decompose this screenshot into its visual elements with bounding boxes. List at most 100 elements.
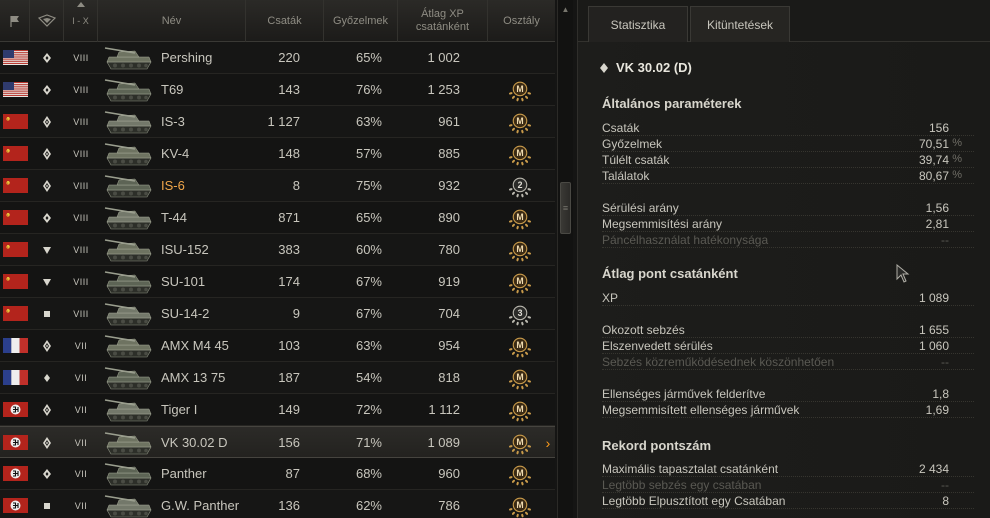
heavy-tank-type-icon <box>43 115 51 128</box>
mastery-class-3-badge-icon[interactable]: 3 <box>508 302 532 326</box>
stat-value: -- <box>941 355 949 369</box>
wins-cell: 76% <box>355 82 382 97</box>
sort-avg-xp-button[interactable]: Átlag XP csatánként <box>398 0 488 42</box>
scroll-up-button[interactable]: ▲ <box>558 2 573 16</box>
mastery-ace-badge-icon[interactable]: M <box>508 78 532 102</box>
battles-cell: 156 <box>278 435 300 450</box>
type-cell <box>30 298 64 329</box>
mastery-ace-badge-icon[interactable]: M <box>508 110 532 134</box>
mastery-class-2-badge-icon[interactable]: 2 <box>508 174 532 198</box>
mastery-ace-badge-icon[interactable]: M <box>508 238 532 262</box>
tank-image-cell <box>100 266 158 297</box>
sort-type-button[interactable] <box>30 0 64 42</box>
stat-row-xp: XP 1 089 <box>602 291 974 306</box>
class-badge-cell: M <box>500 490 540 518</box>
scroll-thumb[interactable]: ≡ <box>560 182 571 234</box>
table-row[interactable]: VII Panther 87 68% 960 M <box>0 458 555 490</box>
tank-image-icon <box>104 270 152 293</box>
table-row[interactable]: VIII Pershing 220 65% 1 002 <box>0 42 555 74</box>
avg-xp-cell: 885 <box>438 146 460 161</box>
table-row[interactable]: VIII IS-6 8 75% 932 2 <box>0 170 555 202</box>
tank-image-icon <box>104 206 152 229</box>
sort-name-button[interactable]: Név <box>98 0 246 42</box>
table-row[interactable]: VII Tiger I 149 72% 1 112 M <box>0 394 555 426</box>
table-row[interactable]: VII AMX 13 75 187 54% 818 M <box>0 362 555 394</box>
scrollbar[interactable]: ▲ ≡ <box>557 0 573 518</box>
stat-label: Ellenséges járművek felderítve <box>602 387 766 401</box>
mastery-ace-badge-icon[interactable]: M <box>508 334 532 358</box>
tier-cell: VII <box>74 340 88 351</box>
mastery-ace-badge-icon[interactable]: M <box>508 270 532 294</box>
stat-value: 70,51 <box>918 137 949 151</box>
wins-cell: 63% <box>355 338 382 353</box>
stat-row-kill-ratio: Megsemmisítési arány 2,81 <box>602 217 974 232</box>
flag-icon <box>9 16 19 27</box>
battles-cell: 220 <box>278 50 300 65</box>
type-cell <box>30 106 64 137</box>
table-row[interactable]: VII VK 30.02 D 156 71% 1 089 M › <box>0 426 555 458</box>
avg-xp-cell: 818 <box>438 370 460 385</box>
tab-awards[interactable]: Kitüntetések <box>690 6 790 42</box>
battles-cell: 136 <box>278 498 300 513</box>
table-row[interactable]: VIII T-44 871 65% 890 M <box>0 202 555 234</box>
tank-image-cell <box>100 362 158 393</box>
sort-nation-button[interactable] <box>0 0 30 42</box>
sort-arrow-icon <box>77 2 85 7</box>
stat-label: Csaták <box>602 121 640 135</box>
type-cell <box>30 170 64 201</box>
medium-tank-type-icon <box>43 52 51 63</box>
table-row[interactable]: VIII SU-101 174 67% 919 M <box>0 266 555 298</box>
table-row[interactable]: VIII KV-4 148 57% 885 M <box>0 138 555 170</box>
spg-tank-type-icon <box>44 502 50 509</box>
sort-battles-button[interactable]: Csaták <box>246 0 324 42</box>
mastery-ace-badge-icon[interactable]: M <box>508 398 532 422</box>
tank-image-cell <box>100 138 158 169</box>
tab-statistics[interactable]: Statisztika <box>588 6 688 42</box>
class-badge-cell: 2 <box>500 170 540 201</box>
table-row[interactable]: VIII ISU-152 383 60% 780 M <box>0 234 555 266</box>
stat-row-spotted: Ellenséges járművek felderítve 1,8 <box>602 387 974 402</box>
heavy-tank-icon <box>600 62 608 73</box>
avg-xp-cell: 1 089 <box>427 435 460 450</box>
avg-xp-cell: 780 <box>438 242 460 257</box>
mastery-ace-badge-icon[interactable]: M <box>508 366 532 390</box>
table-row[interactable]: VIII IS-3 1 127 63% 961 M <box>0 106 555 138</box>
mastery-ace-badge-icon[interactable]: M <box>508 206 532 230</box>
wins-cell: 65% <box>355 210 382 225</box>
table-row[interactable]: VIII T69 143 76% 1 253 M <box>0 74 555 106</box>
sort-class-button[interactable]: Osztály <box>488 0 555 42</box>
avg-xp-cell: 919 <box>438 274 460 289</box>
sort-wins-button[interactable]: Győzelmek <box>324 0 398 42</box>
battles-cell: 9 <box>292 306 300 321</box>
stat-value: 1,8 <box>932 387 949 401</box>
battles-cell: 149 <box>278 402 300 417</box>
stat-row-wins: Győzelmek 70,51 % <box>602 137 974 152</box>
nation-cell <box>0 202 30 233</box>
heavy-tank-type-icon <box>43 436 51 449</box>
mastery-ace-badge-icon[interactable]: M <box>508 431 532 455</box>
stat-unit: % <box>952 153 962 165</box>
type-cell <box>30 490 64 518</box>
mastery-ace-badge-icon[interactable]: M <box>508 494 532 518</box>
stat-value: 156 <box>928 121 949 135</box>
wins-cell: 67% <box>355 274 382 289</box>
class-badge-cell: M <box>500 74 540 105</box>
sort-tier-button[interactable]: I - X <box>64 0 98 42</box>
tier-cell: VII <box>74 468 88 479</box>
nation-cell <box>0 170 30 201</box>
table-row[interactable]: VII AMX M4 45 103 63% 954 M <box>0 330 555 362</box>
svg-text:M: M <box>516 404 523 414</box>
stat-row-dmg-ratio: Sérülési arány 1,56 <box>602 201 974 216</box>
tank-image-icon <box>104 238 152 261</box>
nation-cell <box>0 490 30 518</box>
table-row[interactable]: VII G.W. Panther 136 62% 786 M <box>0 490 555 518</box>
tier-cell: VIII <box>73 116 89 127</box>
mastery-ace-badge-icon[interactable]: M <box>508 462 532 486</box>
tank-image-icon <box>104 142 152 165</box>
stat-value: -- <box>941 233 949 247</box>
mastery-ace-badge-icon[interactable]: M <box>508 142 532 166</box>
tank-image-cell <box>100 330 158 361</box>
vehicle-type-icon <box>37 14 56 27</box>
table-row[interactable]: VIII SU-14-2 9 67% 704 3 <box>0 298 555 330</box>
stat-label: Túlélt csaták <box>602 153 670 167</box>
